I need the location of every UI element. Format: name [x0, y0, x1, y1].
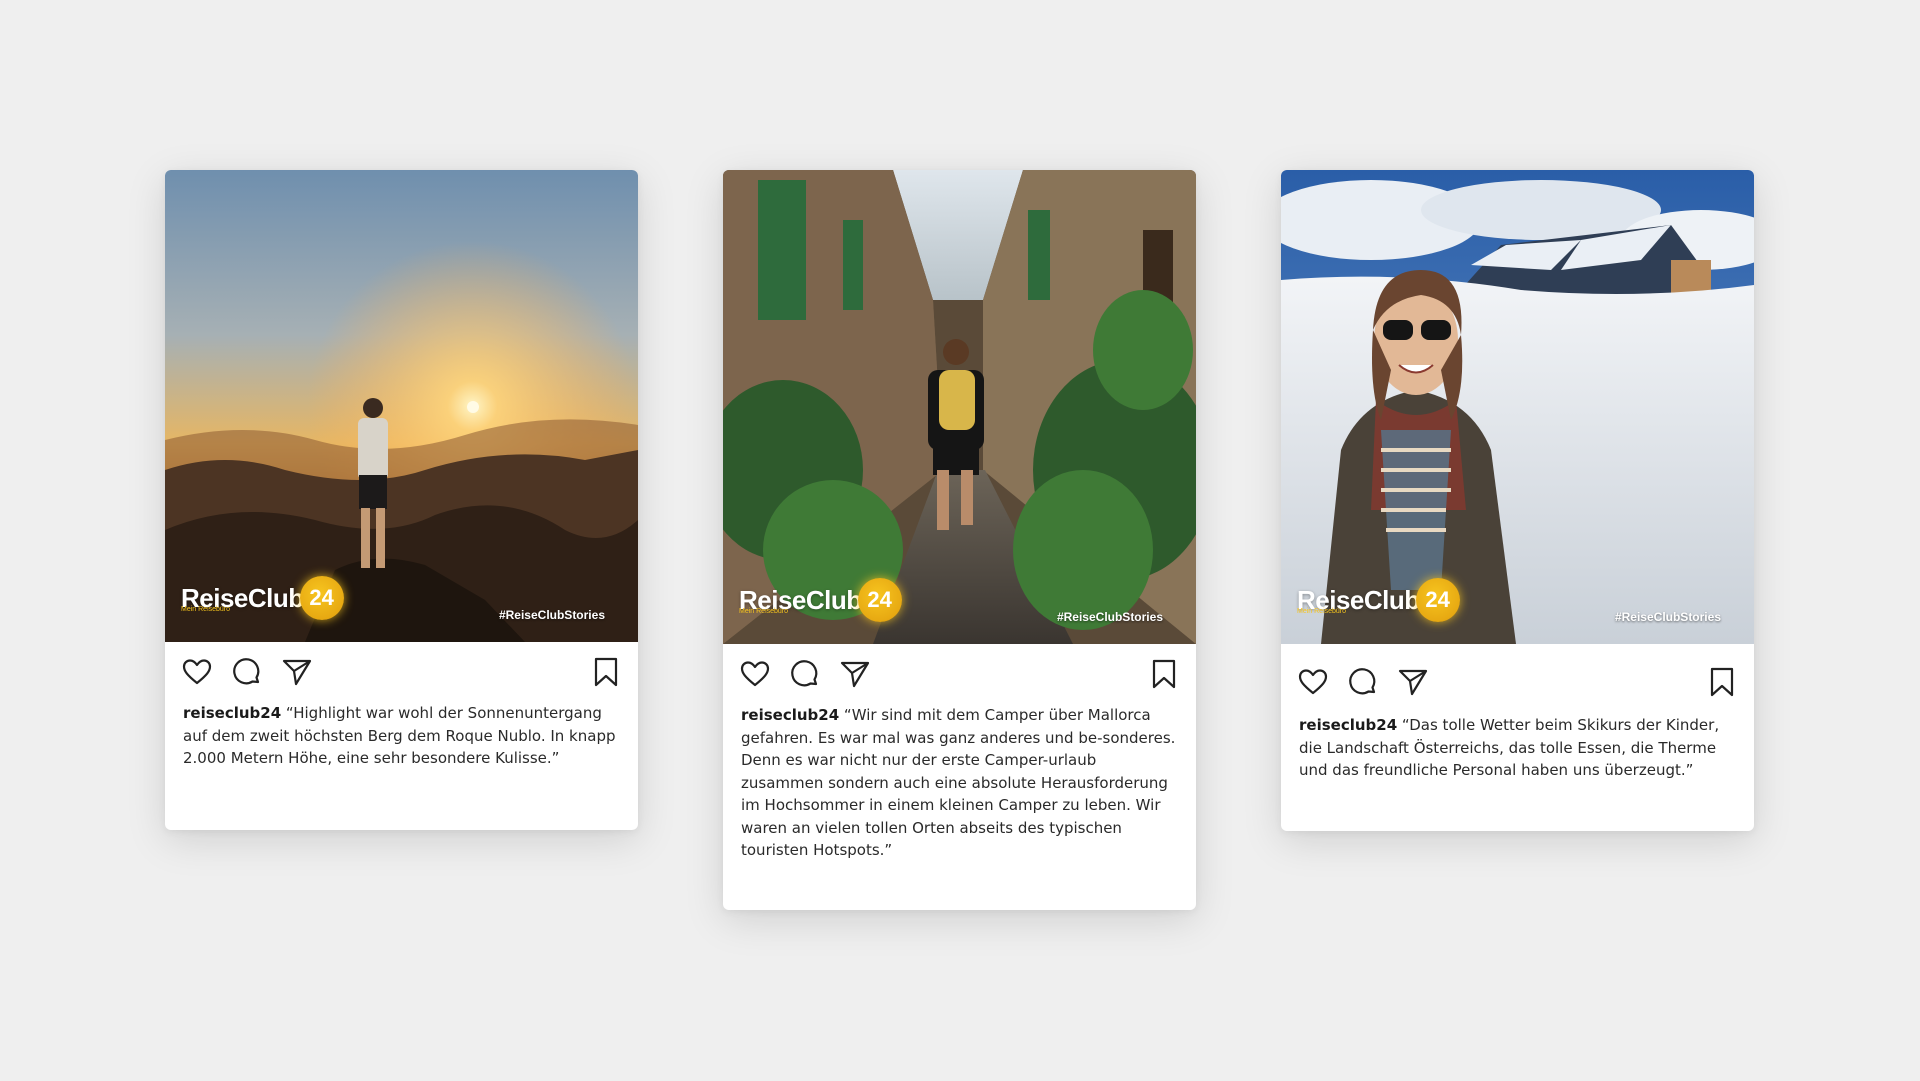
caption-text: “Wir sind mit dem Camper über Mallorca g… — [741, 706, 1176, 859]
username[interactable]: reiseclub24 — [741, 706, 839, 724]
comment-icon[interactable] — [1347, 666, 1379, 698]
brand-subtitle: Mein Reisebüro — [1297, 608, 1347, 615]
username[interactable]: reiseclub24 — [183, 704, 281, 722]
share-icon[interactable] — [281, 656, 313, 688]
brand-logo: ReiseClub 24 Mein Reisebüro — [1297, 578, 1460, 622]
brand-badge: 24 — [299, 576, 344, 620]
action-bar — [1281, 644, 1754, 706]
heart-icon[interactable] — [1297, 666, 1329, 698]
alley-photo — [723, 170, 1196, 644]
post-caption: reiseclub24 “Highlight war wohl der Sonn… — [165, 702, 638, 770]
post-caption: reiseclub24 “Das tolle Wetter beim Skiku… — [1281, 706, 1754, 782]
heart-icon[interactable] — [739, 658, 771, 690]
comment-icon[interactable] — [231, 656, 263, 688]
post-card: ReiseClub 24 Mein Reisebüro #ReiseClubSt… — [723, 170, 1196, 910]
hashtag: #ReiseClubStories — [1056, 610, 1163, 624]
username[interactable]: reiseclub24 — [1299, 716, 1397, 734]
post-caption: reiseclub24 “Wir sind mit dem Camper übe… — [723, 704, 1196, 862]
snow-portrait-photo — [1281, 170, 1754, 644]
post-card: ReiseClub 24 Mein Reisebüro #ReiseClubSt… — [1281, 170, 1754, 831]
brand-subtitle: Mein Reisebüro — [739, 608, 789, 615]
heart-icon[interactable] — [181, 656, 213, 688]
brand-badge: 24 — [857, 578, 902, 622]
bookmark-icon[interactable] — [1148, 658, 1180, 690]
sunset-mountain-photo — [165, 170, 638, 642]
share-icon[interactable] — [839, 658, 871, 690]
brand-badge: 24 — [1415, 578, 1460, 622]
bookmark-icon[interactable] — [1706, 666, 1738, 698]
brand-logo: ReiseClub 24 Mein Reisebüro — [181, 576, 344, 620]
brand-subtitle: Mein Reisebüro — [181, 606, 231, 613]
post-card: ReiseClub 24 Mein Reisebüro #ReiseClubSt… — [165, 170, 638, 830]
brand-logo: ReiseClub 24 Mein Reisebüro — [739, 578, 902, 622]
post-photo[interactable]: ReiseClub 24 Mein Reisebüro #ReiseClubSt… — [1281, 170, 1754, 644]
bookmark-icon[interactable] — [590, 656, 622, 688]
post-photo[interactable]: ReiseClub 24 Mein Reisebüro #ReiseClubSt… — [723, 170, 1196, 644]
action-bar — [165, 642, 638, 702]
action-bar — [723, 644, 1196, 704]
share-icon[interactable] — [1397, 666, 1429, 698]
comment-icon[interactable] — [789, 658, 821, 690]
hashtag: #ReiseClubStories — [1614, 610, 1721, 624]
hashtag: #ReiseClubStories — [498, 608, 605, 622]
post-photo[interactable]: ReiseClub 24 Mein Reisebüro #ReiseClubSt… — [165, 170, 638, 642]
